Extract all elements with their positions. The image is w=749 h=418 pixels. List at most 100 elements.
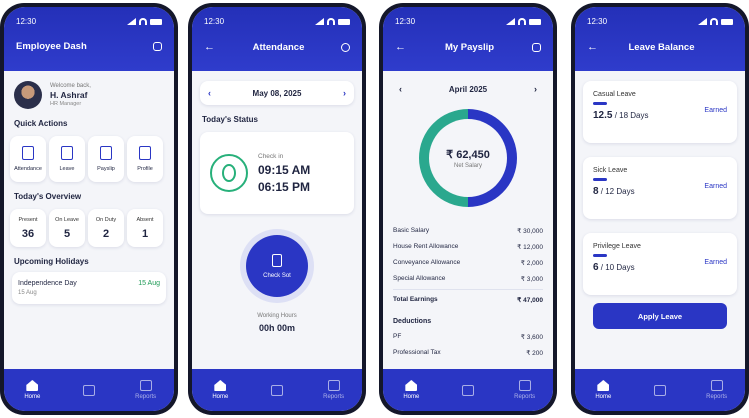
back-arrow-icon[interactable]: ← xyxy=(395,41,407,53)
nav-reports[interactable]: Reports xyxy=(697,380,737,400)
nav-label: Home xyxy=(212,394,229,400)
nav-middle[interactable] xyxy=(448,384,488,396)
attendance-icon xyxy=(22,146,34,160)
leave-total: 18 Days xyxy=(619,111,649,120)
apply-leave-button[interactable]: Apply Leave xyxy=(593,303,727,329)
home-icon xyxy=(597,380,610,391)
download-icon[interactable] xyxy=(532,42,541,52)
leave-bar xyxy=(593,254,607,257)
net-salary-label: Net Salary xyxy=(453,162,482,169)
leave-total: 12 Days xyxy=(605,187,635,196)
leave-card-privilege[interactable]: Privilege Leave 6 / 10 Days Earned xyxy=(583,233,737,295)
back-arrow-icon[interactable]: ← xyxy=(587,41,599,53)
chevron-right-icon[interactable]: › xyxy=(343,88,346,98)
holiday-date: 15 Aug xyxy=(138,280,160,287)
welcome-text: Welcome back, xyxy=(50,83,91,89)
page-title: Leave Balance xyxy=(628,41,695,53)
stat-absent: Absent 1 xyxy=(127,209,163,247)
user-name: H. Ashraf xyxy=(50,90,88,100)
total-earnings-row: Total Earnings ₹ 47,000 xyxy=(393,289,543,308)
quick-actions: Attendance Leave Payslip Profile xyxy=(10,136,168,182)
battery-icon xyxy=(150,18,162,25)
nav-home[interactable]: Home xyxy=(391,380,431,400)
wifi-icon xyxy=(518,18,526,25)
fingerprint-icon xyxy=(210,154,248,192)
leave-bar xyxy=(593,178,607,181)
stat-label: Present xyxy=(18,216,38,223)
back-arrow-icon[interactable]: ← xyxy=(204,41,216,53)
check-button[interactable]: Check Sot xyxy=(246,235,308,297)
settings-icon[interactable] xyxy=(341,42,350,52)
battery-icon xyxy=(529,18,541,25)
page-title: Attendance xyxy=(252,41,305,53)
nav-middle[interactable] xyxy=(69,384,109,396)
status-time: 12:30 xyxy=(395,17,416,26)
nav-label: Reports xyxy=(706,394,728,400)
earnings-list: Basic Salary ₹ 30,000 House Rent Allowanc… xyxy=(393,223,543,308)
earning-label: Basic Salary xyxy=(393,227,430,234)
phone-payslip: 12:30 ← My Payslip ‹ April 2025 › ₹ 62,4… xyxy=(379,3,557,415)
date-selector: ‹ May 08, 2025 › xyxy=(200,81,354,105)
leave-card-sick[interactable]: Sick Leave 8 / 12 Days Earned xyxy=(583,157,737,219)
home-icon xyxy=(405,380,418,391)
chevron-right-icon[interactable]: › xyxy=(534,84,537,94)
profile-icon xyxy=(139,146,151,160)
leave-name: Sick Leave xyxy=(593,167,628,174)
profile-block[interactable]: Welcome back, H. Ashraf HR Manager xyxy=(4,71,174,119)
quick-action-attendance[interactable]: Attendance xyxy=(10,136,46,182)
earning-row: House Rent Allowance ₹ 12,000 xyxy=(393,239,543,255)
wifi-icon xyxy=(327,18,335,25)
leave-card-casual[interactable]: Casual Leave 12.5 / 18 Days Earned xyxy=(583,81,737,143)
notification-icon[interactable] xyxy=(153,42,162,51)
door-icon xyxy=(272,253,282,267)
holidays-title: Upcoming Holidays xyxy=(14,257,89,266)
nav-middle[interactable] xyxy=(257,384,297,396)
holiday-card[interactable]: Independence Day 15 Aug 15 Aug xyxy=(12,272,166,304)
leave-used: 12.5 xyxy=(593,110,613,121)
deduction-value: ₹ 3,600 xyxy=(520,334,543,341)
payslip-header: 12:30 ← My Payslip xyxy=(383,7,553,71)
earning-value: ₹ 3,000 xyxy=(520,276,543,283)
avatar[interactable] xyxy=(14,81,42,109)
earning-label: Special Allowance xyxy=(393,275,446,282)
leave-status: Earned xyxy=(704,107,727,114)
nav-reports[interactable]: Reports xyxy=(505,380,545,400)
stat-label: On Duty xyxy=(95,216,117,223)
nav-reports[interactable]: Reports xyxy=(314,380,354,400)
quick-action-payslip[interactable]: Payslip xyxy=(88,136,124,182)
home-icon xyxy=(26,380,39,391)
stat-value: 2 xyxy=(102,227,110,240)
deduction-label: Professional Tax xyxy=(393,349,441,356)
leave-screen: 12:30 ← Leave Balance Casual Leave 12.5 … xyxy=(575,7,745,411)
check-in-time: 09:15 AM xyxy=(258,162,311,177)
earning-label: House Rent Allowance xyxy=(393,243,459,250)
reports-icon xyxy=(327,380,340,391)
quick-action-leave[interactable]: Leave xyxy=(49,136,85,182)
leave-status: Earned xyxy=(704,259,727,266)
quick-action-label: Attendance xyxy=(14,166,42,172)
nav-middle[interactable] xyxy=(640,384,680,396)
status-time: 12:30 xyxy=(587,17,608,26)
user-role: HR Manager xyxy=(50,101,82,107)
nav-home[interactable]: Home xyxy=(12,380,52,400)
nav-home[interactable]: Home xyxy=(583,380,623,400)
reports-icon xyxy=(518,380,531,391)
quick-actions-title: Quick Actions xyxy=(14,119,68,128)
chevron-left-icon[interactable]: ‹ xyxy=(399,84,402,94)
status-time: 12:30 xyxy=(204,17,225,26)
dashboard-header: 12:30 Employee Dash xyxy=(4,7,174,71)
quick-action-label: Payslip xyxy=(97,166,115,172)
deduction-row: Professional Tax ₹ 200 xyxy=(393,345,543,361)
nav-home[interactable]: Home xyxy=(200,380,240,400)
nav-reports[interactable]: Reports xyxy=(126,380,166,400)
quick-action-profile[interactable]: Profile xyxy=(127,136,163,182)
stat-on-leave: On Leave 5 xyxy=(49,209,85,247)
signal-icon xyxy=(315,18,324,25)
salary-donut: ₹ 62,450 Net Salary xyxy=(383,109,553,209)
chevron-left-icon[interactable]: ‹ xyxy=(208,88,211,98)
stat-value: 36 xyxy=(21,227,35,240)
wifi-icon xyxy=(139,18,147,25)
quick-action-label: Leave xyxy=(59,166,75,172)
deductions-title: Deductions xyxy=(393,318,432,325)
battery-icon xyxy=(721,18,733,25)
